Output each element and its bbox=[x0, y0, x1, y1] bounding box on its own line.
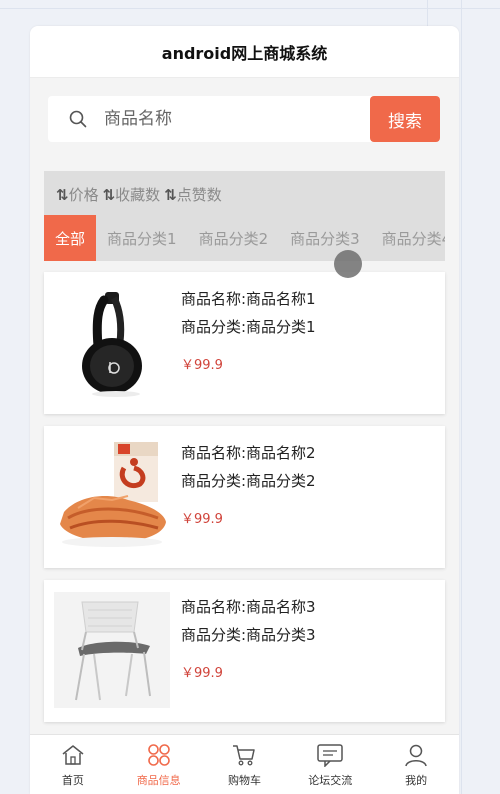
bottom-tab-bar: 首页 商品信息 购物车 论坛交流 我的 bbox=[30, 734, 459, 794]
product-category: 商品分类:商品分类3 bbox=[181, 626, 316, 644]
tab-label: 购物车 bbox=[227, 774, 261, 787]
tab-cart[interactable]: 购物车 bbox=[202, 735, 288, 794]
chair-image bbox=[54, 592, 170, 708]
product-price: ￥99.9 bbox=[181, 666, 223, 681]
product-price: ￥99.9 bbox=[181, 358, 223, 373]
sort-arrows-icon: ⇅ bbox=[164, 185, 177, 204]
product-price: ￥99.9 bbox=[181, 512, 223, 527]
app-header: android网上商城系统 bbox=[30, 26, 459, 78]
sort-arrows-icon: ⇅ bbox=[56, 185, 69, 204]
product-name: 商品名称:商品名称1 bbox=[181, 290, 316, 308]
sort-by-price[interactable]: ⇅ 价格 bbox=[56, 184, 99, 205]
tab-forum[interactable]: 论坛交流 bbox=[287, 735, 373, 794]
search-button[interactable]: 搜索 bbox=[370, 96, 440, 142]
tab-products[interactable]: 商品信息 bbox=[116, 735, 202, 794]
forum-icon bbox=[316, 742, 344, 768]
tab-label: 我的 bbox=[405, 774, 428, 787]
touch-indicator bbox=[334, 250, 362, 278]
page-title: android网上商城系统 bbox=[161, 43, 328, 63]
category-tab-4[interactable]: 商品分类4 bbox=[371, 215, 445, 261]
sort-by-likes[interactable]: ⇅ 点赞数 bbox=[164, 184, 222, 205]
product-category: 商品分类:商品分类1 bbox=[181, 318, 316, 336]
search-icon bbox=[58, 109, 98, 129]
category-tab-1[interactable]: 商品分类1 bbox=[96, 215, 188, 261]
category-tab-2[interactable]: 商品分类2 bbox=[188, 215, 280, 261]
headphones-image bbox=[54, 284, 170, 400]
product-name: 商品名称:商品名称3 bbox=[181, 598, 316, 616]
sort-options: ⇅ 价格 ⇅ 收藏数 ⇅ 点赞数 bbox=[56, 184, 222, 205]
phone-screen: android网上商城系统 搜索 ⇅ 价格 ⇅ 收藏数 ⇅ 点赞数 bbox=[30, 26, 459, 794]
category-tabs: 全部 商品分类1 商品分类2 商品分类3 商品分类4 bbox=[44, 215, 445, 261]
search-bar: 搜索 bbox=[48, 96, 440, 142]
tab-label: 论坛交流 bbox=[308, 774, 353, 787]
tab-mine[interactable]: 我的 bbox=[373, 735, 459, 794]
product-category: 商品分类:商品分类2 bbox=[181, 472, 316, 490]
spicy-snack-image bbox=[54, 438, 170, 554]
sort-label: 收藏数 bbox=[115, 186, 161, 204]
category-tab-all[interactable]: 全部 bbox=[44, 215, 97, 261]
cart-icon bbox=[231, 742, 257, 768]
product-grid-icon bbox=[146, 742, 172, 768]
product-card[interactable]: 商品名称:商品名称3 商品分类:商品分类3 ￥99.9 bbox=[44, 580, 445, 722]
canvas-grid-line bbox=[461, 0, 462, 794]
sort-arrows-icon: ⇅ bbox=[102, 185, 116, 204]
tab-label: 商品信息 bbox=[136, 774, 181, 787]
canvas-grid-line bbox=[0, 8, 500, 9]
sort-by-favorites[interactable]: ⇅ 收藏数 bbox=[103, 184, 161, 205]
sort-label: 价格 bbox=[68, 186, 99, 204]
home-icon bbox=[60, 742, 86, 768]
tab-home[interactable]: 首页 bbox=[30, 735, 116, 794]
product-name: 商品名称:商品名称2 bbox=[181, 444, 316, 462]
search-input[interactable] bbox=[98, 109, 370, 129]
product-card[interactable]: 商品名称:商品名称2 商品分类:商品分类2 ￥99.9 bbox=[44, 426, 445, 568]
user-icon bbox=[403, 742, 429, 768]
sort-label: 点赞数 bbox=[176, 186, 222, 204]
product-card[interactable]: 商品名称:商品名称1 商品分类:商品分类1 ￥99.9 bbox=[44, 272, 445, 414]
tab-label: 首页 bbox=[61, 774, 84, 787]
filter-panel: ⇅ 价格 ⇅ 收藏数 ⇅ 点赞数 全部 商品分类1 商品分类2 商品分类3 商品… bbox=[44, 171, 445, 261]
